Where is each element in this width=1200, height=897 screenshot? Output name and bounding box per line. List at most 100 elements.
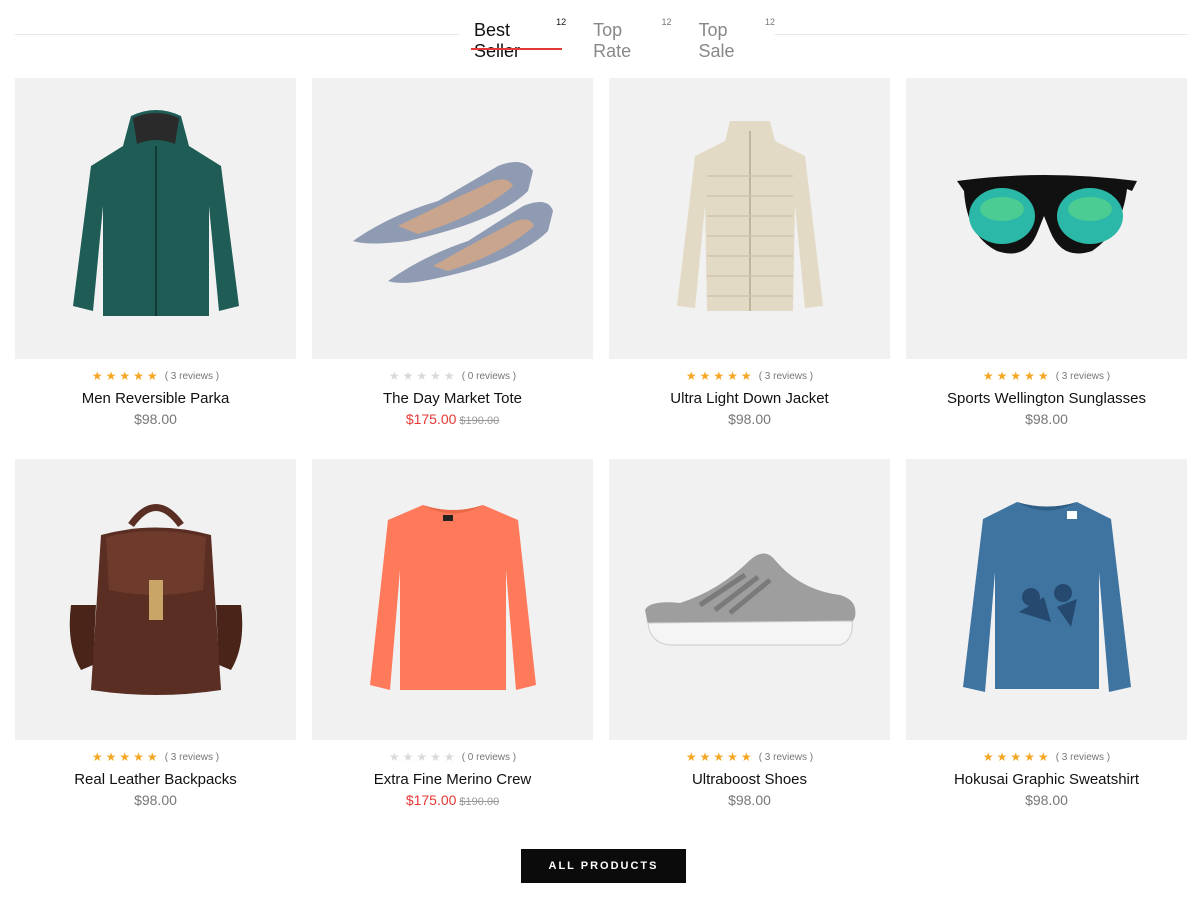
rating: ★ ★ ★ ★ ★( 3 reviews ) [15,749,296,765]
original-price: $190.00 [459,796,500,808]
star-icon: ★ [133,369,144,383]
backpack-icon [61,495,251,705]
product-price: $98.00 [728,792,771,808]
product-price: $98.00 [1025,411,1068,427]
product-card[interactable]: ★ ★ ★ ★ ★( 3 reviews ) Men Reversible Parka $9… [15,78,296,427]
star-icon: ★ [119,750,131,764]
product-info: ★ ★ ★ ★ ★( 3 reviews ) Men Reversible Parka $9… [15,368,296,427]
star-icon: ★ [996,369,1008,383]
star-icon: ★ [416,369,428,383]
rating: ★ ★ ★ ★ ★( 0 reviews ) [312,749,593,765]
tab-count-badge: 12 [661,17,672,27]
tab-count-badge: 12 [556,17,567,27]
product-card[interactable]: ★ ★ ★ ★ ★( 3 reviews ) Hokusai Graphic Sweats… [906,459,1187,808]
parka-icon [71,106,241,331]
star-icon: ★ [430,369,441,383]
down-jacket-icon [675,116,825,321]
product-name[interactable]: Ultraboost Shoes [609,771,890,788]
product-image[interactable] [312,78,593,359]
star-icon: ★ [133,750,144,764]
star-icon: ★ [996,750,1008,764]
all-products-button[interactable]: ALL PRODUCTS [521,849,686,883]
star-icon: ★ [91,369,103,383]
product-name[interactable]: Extra Fine Merino Crew [312,771,593,788]
product-image[interactable] [906,78,1187,359]
product-card[interactable]: ★ ★ ★ ★ ★( 3 reviews ) Ultra Light Down Jacke… [609,78,890,427]
star-icon: ★ [1024,369,1035,383]
tab-count-badge: 12 [765,17,776,27]
product-image[interactable] [609,459,890,740]
star-icon: ★ [982,750,994,764]
product-info: ★ ★ ★ ★ ★( 3 reviews ) Real Leather Backpacks… [15,749,296,808]
star-icon: ★ [727,750,738,764]
star-icon: ★ [685,369,697,383]
star-icon: ★ [713,369,725,383]
star-icon: ★ [146,750,158,764]
product-image[interactable] [15,459,296,740]
sweatshirt-icon [959,497,1134,702]
original-price: $190.00 [459,415,500,427]
product-price: $98.00 [134,792,177,808]
review-count[interactable]: ( 3 reviews ) [1056,752,1110,763]
star-icon: ★ [727,369,738,383]
tab-label: Top Sale [698,20,735,61]
product-image[interactable] [906,459,1187,740]
product-card[interactable]: ★ ★ ★ ★ ★( 3 reviews ) Ultraboost Shoes $98.00 [609,459,890,808]
product-name[interactable]: Men Reversible Parka [15,390,296,407]
product-name[interactable]: Ultra Light Down Jacket [609,390,890,407]
tab-top-sale[interactable]: Top Sale 12 [684,14,776,61]
product-image[interactable] [609,78,890,359]
review-count[interactable]: ( 3 reviews ) [165,371,219,382]
star-icon: ★ [416,750,428,764]
review-count[interactable]: ( 0 reviews ) [462,371,516,382]
tab-label: Top Rate [593,20,632,61]
rating: ★ ★ ★ ★ ★( 3 reviews ) [906,368,1187,384]
product-price: $175.00 $190.00 [312,411,593,427]
review-count[interactable]: ( 3 reviews ) [165,752,219,763]
sweater-icon [368,500,538,700]
review-count[interactable]: ( 3 reviews ) [759,371,813,382]
tab-label: Best Seller [474,20,521,61]
product-name[interactable]: Hokusai Graphic Sweatshirt [906,771,1187,788]
star-icon: ★ [388,750,400,764]
product-card[interactable]: ★ ★ ★ ★ ★( 3 reviews ) Real Leather Backpacks… [15,459,296,808]
star-icon: ★ [1037,750,1049,764]
star-icon: ★ [699,369,711,383]
star-icon: ★ [1010,369,1022,383]
product-tabs-bar: Best Seller 12 Top Rate 12 Top Sale 12 [15,0,1188,61]
star-icon: ★ [982,369,994,383]
product-name[interactable]: Real Leather Backpacks [15,771,296,788]
rating: ★ ★ ★ ★ ★( 3 reviews ) [906,749,1187,765]
flats-shoes-icon [348,146,558,291]
product-image[interactable] [15,78,296,359]
product-card[interactable]: ★ ★ ★ ★ ★( 3 reviews ) Sports Wellington Sung… [906,78,1187,427]
tab-best-seller[interactable]: Best Seller 12 [459,14,567,61]
product-info: ★ ★ ★ ★ ★( 3 reviews ) Hokusai Graphic Sweats… [906,749,1187,808]
product-price: $98.00 [728,411,771,427]
product-name[interactable]: The Day Market Tote [312,390,593,407]
star-icon: ★ [105,369,117,383]
sale-price: $175.00 [405,792,457,808]
star-icon: ★ [105,750,117,764]
rating: ★ ★ ★ ★ ★( 3 reviews ) [15,368,296,384]
star-icon: ★ [699,750,711,764]
rating: ★ ★ ★ ★ ★( 3 reviews ) [609,749,890,765]
product-image[interactable] [312,459,593,740]
product-grid: ★ ★ ★ ★ ★( 3 reviews ) Men Reversible Parka $9… [15,78,1188,808]
star-icon: ★ [119,369,131,383]
tab-top-rate[interactable]: Top Rate 12 [578,14,672,61]
product-name[interactable]: Sports Wellington Sunglasses [906,390,1187,407]
review-count[interactable]: ( 0 reviews ) [462,752,516,763]
review-count[interactable]: ( 3 reviews ) [1056,371,1110,382]
product-price: $98.00 [1025,792,1068,808]
product-info: ★ ★ ★ ★ ★( 3 reviews ) Ultraboost Shoes $98.00 [609,749,890,808]
star-icon: ★ [1010,750,1022,764]
star-icon: ★ [740,750,752,764]
star-icon: ★ [713,750,725,764]
product-card[interactable]: ★ ★ ★ ★ ★( 0 reviews ) The Day Market Tote $17… [312,78,593,427]
product-tabs: Best Seller 12 Top Rate 12 Top Sale 12 [459,14,776,61]
product-card[interactable]: ★ ★ ★ ★ ★( 0 reviews ) Extra Fine Merino Crew… [312,459,593,808]
product-info: ★ ★ ★ ★ ★( 3 reviews ) Sports Wellington Sung… [906,368,1187,427]
review-count[interactable]: ( 3 reviews ) [759,752,813,763]
star-icon: ★ [1037,369,1049,383]
